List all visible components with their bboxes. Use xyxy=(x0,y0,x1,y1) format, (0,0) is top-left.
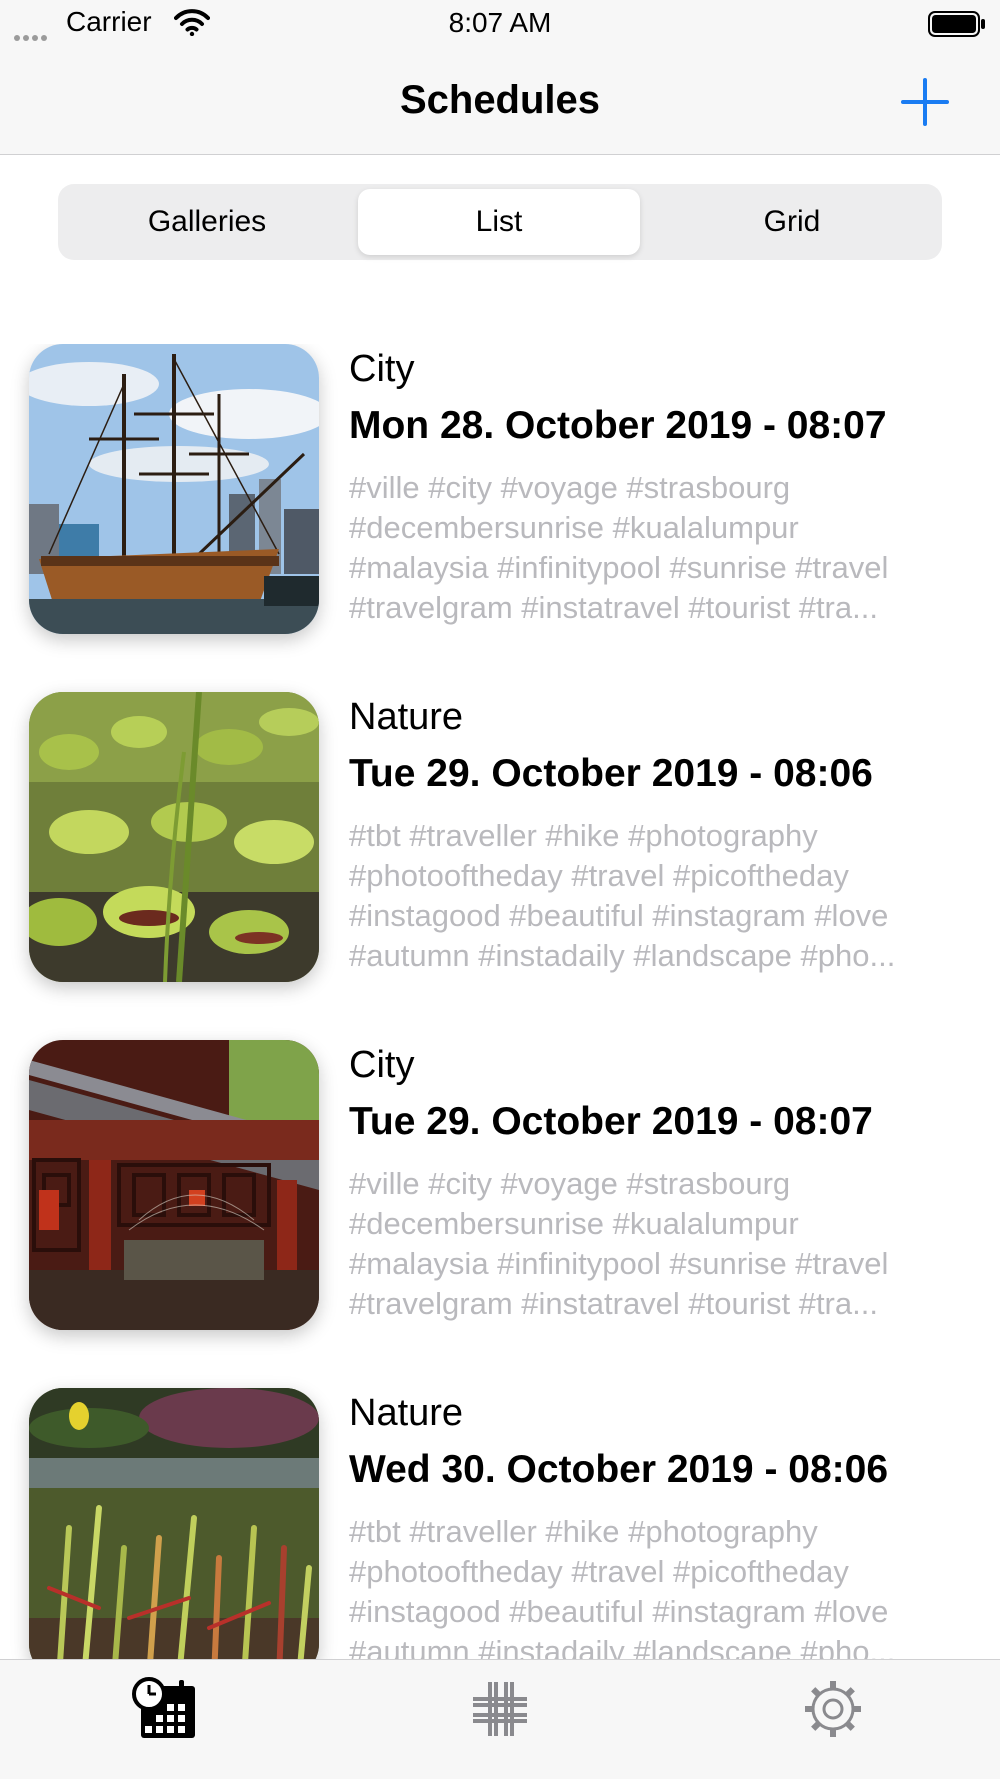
tag-line: #autumn #instadaily #landscape #pho... xyxy=(349,1634,896,1659)
tag-line: #travelgram #instatravel #tourist #tra..… xyxy=(349,1286,878,1321)
schedule-row[interactable]: Nature Wed 30. October 2019 - 08:06 #tbt… xyxy=(0,1388,1000,1659)
calendar-clock-icon xyxy=(132,1677,195,1738)
segment-grid[interactable]: Grid xyxy=(647,189,937,255)
schedule-thumbnail xyxy=(29,1040,319,1330)
gear-icon xyxy=(805,1681,861,1737)
schedule-thumbnail xyxy=(29,692,319,982)
pitcher-plants-photo xyxy=(29,1388,319,1659)
schedule-category: Nature xyxy=(349,696,464,738)
schedule-date: Tue 29. October 2019 - 08:07 xyxy=(349,1100,873,1143)
plus-icon xyxy=(901,78,949,126)
schedule-tags: #ville #city #voyage #strasbourg #decemb… xyxy=(349,1164,974,1324)
tag-line: #malaysia #infinitypool #sunrise #travel xyxy=(349,550,889,585)
schedule-tags: #ville #city #voyage #strasbourg #decemb… xyxy=(349,468,974,628)
schedule-category: City xyxy=(349,348,415,390)
tag-line: #tbt #traveller #hike #photography xyxy=(349,1514,818,1549)
battery-icon xyxy=(928,11,985,37)
schedule-date: Mon 28. October 2019 - 08:07 xyxy=(349,404,887,447)
schedule-date: Wed 30. October 2019 - 08:06 xyxy=(349,1448,889,1491)
view-mode-segmented-control: Galleries List Grid xyxy=(58,184,942,260)
tag-line: #ville #city #voyage #strasbourg xyxy=(349,1166,791,1201)
schedule-row[interactable]: City Mon 28. October 2019 - 08:07 #ville… xyxy=(0,344,1000,692)
status-time: 8:07 AM xyxy=(448,7,552,38)
add-schedule-button[interactable] xyxy=(895,72,955,132)
segment-list[interactable]: List xyxy=(358,189,640,255)
schedule-tags: #tbt #traveller #hike #photography #phot… xyxy=(349,816,974,976)
schedule-thumbnail xyxy=(29,1388,319,1659)
tag-line: #malaysia #infinitypool #sunrise #travel xyxy=(349,1246,889,1281)
tag-line: #decembersunrise #kualalumpur xyxy=(349,510,799,545)
schedule-thumbnail xyxy=(29,344,319,634)
navigation-bar: Schedules xyxy=(0,50,1000,155)
schedule-category: City xyxy=(349,1044,415,1086)
tag-line: #instagood #beautiful #instagram #love xyxy=(349,1594,889,1629)
tag-line: #decembersunrise #kualalumpur xyxy=(349,1206,799,1241)
schedule-row[interactable]: Nature Tue 29. October 2019 - 08:06 #tbt… xyxy=(0,692,1000,1040)
page-title: Schedules xyxy=(399,78,601,122)
hashtag-icon xyxy=(473,1682,527,1736)
schedule-list[interactable]: City Mon 28. October 2019 - 08:07 #ville… xyxy=(0,344,1000,1659)
tab-hashtags[interactable] xyxy=(465,1674,535,1744)
segment-galleries[interactable]: Galleries xyxy=(63,189,351,255)
schedule-row[interactable]: City Tue 29. October 2019 - 08:07 #ville… xyxy=(0,1040,1000,1388)
tag-line: #travelgram #instatravel #tourist #tra..… xyxy=(349,590,878,625)
venus-flytrap-photo xyxy=(29,692,319,982)
tag-line: #photooftheday #travel #picoftheday xyxy=(349,1554,849,1589)
tag-line: #tbt #traveller #hike #photography xyxy=(349,818,818,853)
status-bar: Carrier 8:07 AM xyxy=(0,0,1000,50)
schedule-date: Tue 29. October 2019 - 08:06 xyxy=(349,752,873,795)
tab-bar xyxy=(0,1659,1000,1779)
schedule-tags: #tbt #traveller #hike #photography #phot… xyxy=(349,1512,974,1659)
chinese-pavilion-photo xyxy=(29,1040,319,1330)
tag-line: #photooftheday #travel #picoftheday xyxy=(349,858,849,893)
tag-line: #instagood #beautiful #instagram #love xyxy=(349,898,889,933)
tab-schedules[interactable] xyxy=(131,1674,201,1744)
tag-line: #ville #city #voyage #strasbourg xyxy=(349,470,791,505)
schedule-category: Nature xyxy=(349,1392,464,1434)
tall-ship-harbor-photo xyxy=(29,344,319,634)
tab-settings[interactable] xyxy=(798,1674,868,1744)
tag-line: #autumn #instadaily #landscape #pho... xyxy=(349,938,896,973)
